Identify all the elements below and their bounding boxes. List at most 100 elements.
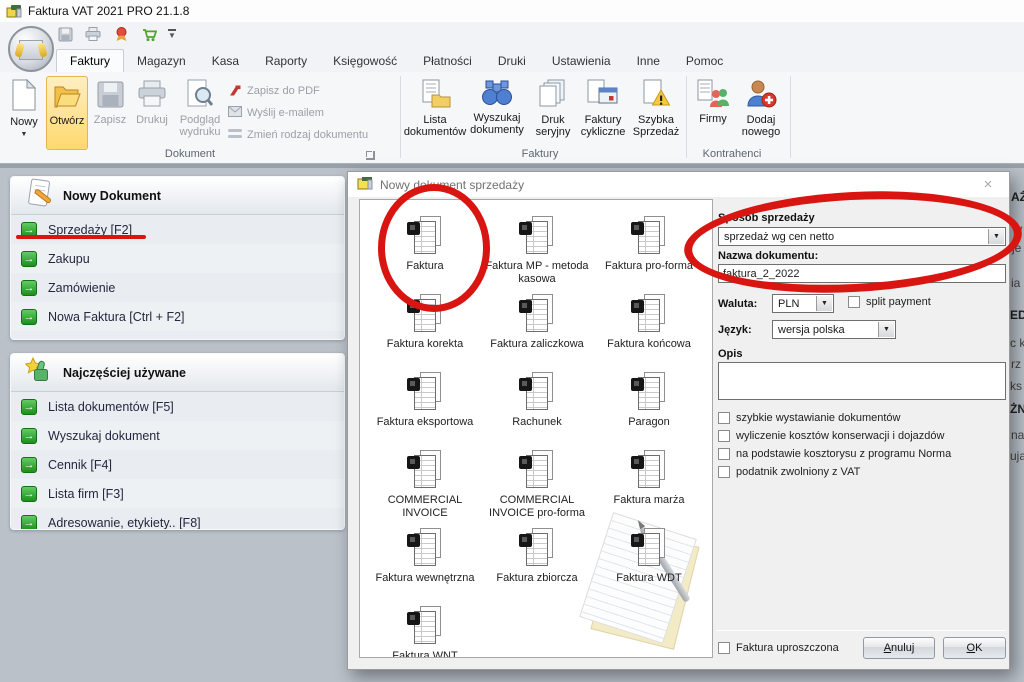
save-icon[interactable] [56,25,74,43]
new-button[interactable]: Nowy ▼ [4,76,44,150]
doc-type-koncowa[interactable]: Faktura końcowa [593,294,705,372]
tab-inne[interactable]: Inne [624,50,673,72]
sidebar-item-cennik[interactable]: → Cennik [F4] [11,450,344,479]
currency-select[interactable]: PLN ▼ [772,294,834,313]
quick-sale-button[interactable]: Szybka Sprzedaż [630,76,682,150]
quick-issuing-checkbox[interactable]: szybkie wystawianie dokumentów [718,412,900,424]
qat-customize-icon[interactable]: ▼ [168,29,176,39]
doc-type-commercial-invoice[interactable]: COMMERCIAL INVOICE [369,450,481,528]
checkbox-icon[interactable] [718,448,730,460]
sidebar-item-lista-firm[interactable]: → Lista firm [F3] [11,479,344,508]
sidebar-item-adresowanie[interactable]: → Adresowanie, etykiety.. [F8] [11,508,344,530]
sidebar-item-lista-dokumentow[interactable]: → Lista dokumentów [F5] [11,392,344,421]
group-label-dokument: Dokument [110,148,270,160]
norma-estimate-checkbox[interactable]: na podstawie kosztorysu z programu Norma [718,448,951,460]
doc-type-zbiorcza[interactable]: Faktura zbiorcza [481,528,593,606]
doc-type-pro-forma[interactable]: Faktura pro-forma [593,216,705,294]
sale-method-select[interactable]: sprzedaż wg cen netto ▼ [718,227,1006,246]
doc-type-faktura-mp[interactable]: Faktura MP - metoda kasowa [481,216,593,294]
chevron-down-icon[interactable]: ▼ [878,322,894,337]
tab-pomoc[interactable]: Pomoc [673,50,736,72]
tab-ustawienia[interactable]: Ustawienia [539,50,624,72]
tab-magazyn[interactable]: Magazyn [124,50,199,72]
ribbon-separator [400,76,401,158]
tab-kasa[interactable]: Kasa [199,50,252,72]
vat-exempt-checkbox[interactable]: podatnik zwolniony z VAT [718,466,860,478]
invoice-doc-icon [518,372,556,414]
search-documents-button[interactable]: Wyszukaj dokumenty [466,76,528,150]
panel-most-used-title: Najczęściej używane [63,366,186,380]
simplified-invoice-checkbox[interactable]: Faktura uproszczona [718,642,839,654]
checkbox-icon[interactable] [718,412,730,424]
doc-type-eksportowa[interactable]: Faktura eksportowa [369,372,481,450]
tab-faktury[interactable]: Faktury [56,49,124,72]
quick-access-toolbar: ▼ [0,22,1024,48]
tab-raporty[interactable]: Raporty [252,50,320,72]
language-label: Język: [718,324,752,336]
close-icon[interactable]: × [979,176,997,194]
invoice-doc-icon [406,528,444,570]
chevron-down-icon[interactable]: ▼ [988,229,1004,244]
doc-type-wnt[interactable]: Faktura WNT [369,606,481,658]
document-name-input[interactable] [718,264,1006,283]
serial-print-button[interactable]: Druk seryjny [530,76,576,150]
language-select[interactable]: wersja polska ▼ [772,320,896,339]
doc-type-paragon[interactable]: Paragon [593,372,705,450]
change-doc-type-button[interactable]: Zmień rodzaj dokumentu [228,126,368,144]
document-list-label: Lista dokumentów [404,114,466,138]
add-contractor-button[interactable]: Dodaj nowego [736,76,786,150]
doc-type-zaliczkowa[interactable]: Faktura zaliczkowa [481,294,593,372]
tab-platnosci[interactable]: Płatności [410,50,485,72]
split-payment-checkbox[interactable]: split payment [848,296,931,308]
doc-type-faktura[interactable]: Faktura [369,216,481,294]
certificate-icon[interactable] [112,25,130,43]
doc-type-wdt[interactable]: Faktura WDT [593,528,705,606]
print-button[interactable]: Drukuj [132,76,172,150]
doc-type-marza[interactable]: Faktura marża [593,450,705,528]
save-floppy-icon [97,79,124,112]
green-arrow-icon: → [21,486,37,502]
ok-button[interactable]: OK [943,637,1006,659]
print-preview-button[interactable]: Podgląd wydruku [174,76,226,150]
doc-type-commercial-proforma[interactable]: COMMERCIAL INVOICE pro-forma [481,450,593,528]
maintenance-costs-checkbox[interactable]: wyliczenie kosztów konserwacji i dojazdó… [718,430,944,442]
sidebar-item-wyszukaj-dokument[interactable]: → Wyszukaj dokument [11,421,344,450]
change-doc-type-label: Zmień rodzaj dokumentu [247,129,368,141]
sidebar-item-nowa-faktura[interactable]: → Nowa Faktura [Ctrl + F2] [11,302,344,331]
new-dropdown-icon[interactable]: ▼ [21,129,28,141]
print-button-label: Drukuj [136,114,168,126]
application-menu-button[interactable] [8,26,54,72]
checkbox-icon[interactable] [718,466,730,478]
sidebar-item-label: Adresowanie, etykiety.. [F8] [48,516,201,530]
doc-type-korekta[interactable]: Faktura korekta [369,294,481,372]
open-button[interactable]: Otwórz [46,76,88,150]
doc-type-rachunek[interactable]: Rachunek [481,372,593,450]
doc-type-wewnetrzna[interactable]: Faktura wewnętrzna [369,528,481,606]
save-button[interactable]: Zapisz [90,76,130,150]
document-list-icon [419,79,451,112]
cancel-button[interactable]: Anuluj [863,637,935,659]
search-documents-label: Wyszukaj dokumenty [466,112,528,136]
tab-ksiegowosc[interactable]: Księgowość [320,50,410,72]
save-pdf-button[interactable]: Zapisz do PDF [228,82,320,100]
companies-button[interactable]: Firmy [692,76,734,150]
print-icon[interactable] [84,25,102,43]
tab-druki[interactable]: Druki [485,50,539,72]
green-arrow-icon: → [21,222,37,238]
chevron-down-icon[interactable]: ▼ [816,296,832,311]
document-type-panel: Faktura Faktura MP - metoda kasowa Faktu… [359,199,713,658]
checkbox-icon[interactable] [718,430,730,442]
dialog-title-bar[interactable]: Nowy dokument sprzedaży × [348,172,1009,197]
description-textarea[interactable] [718,362,1006,400]
checkbox-icon[interactable] [718,642,730,654]
save-pdf-label: Zapisz do PDF [247,85,320,97]
recurring-invoices-button[interactable]: Faktury cykliczne [578,76,628,150]
document-list-button[interactable]: Lista dokumentów [406,76,464,150]
checkbox-icon[interactable] [848,296,860,308]
sidebar-item-zakupu[interactable]: → Zakupu [11,244,344,273]
send-email-button[interactable]: Wyślij e-mailem [228,104,324,122]
cart-icon[interactable] [140,25,158,43]
sidebar-item-zamowienie[interactable]: → Zamówienie [11,273,344,302]
dialog-launcher-icon[interactable] [366,151,375,160]
sidebar-item-sprzedazy[interactable]: → Sprzedaży [F2] [11,215,344,244]
